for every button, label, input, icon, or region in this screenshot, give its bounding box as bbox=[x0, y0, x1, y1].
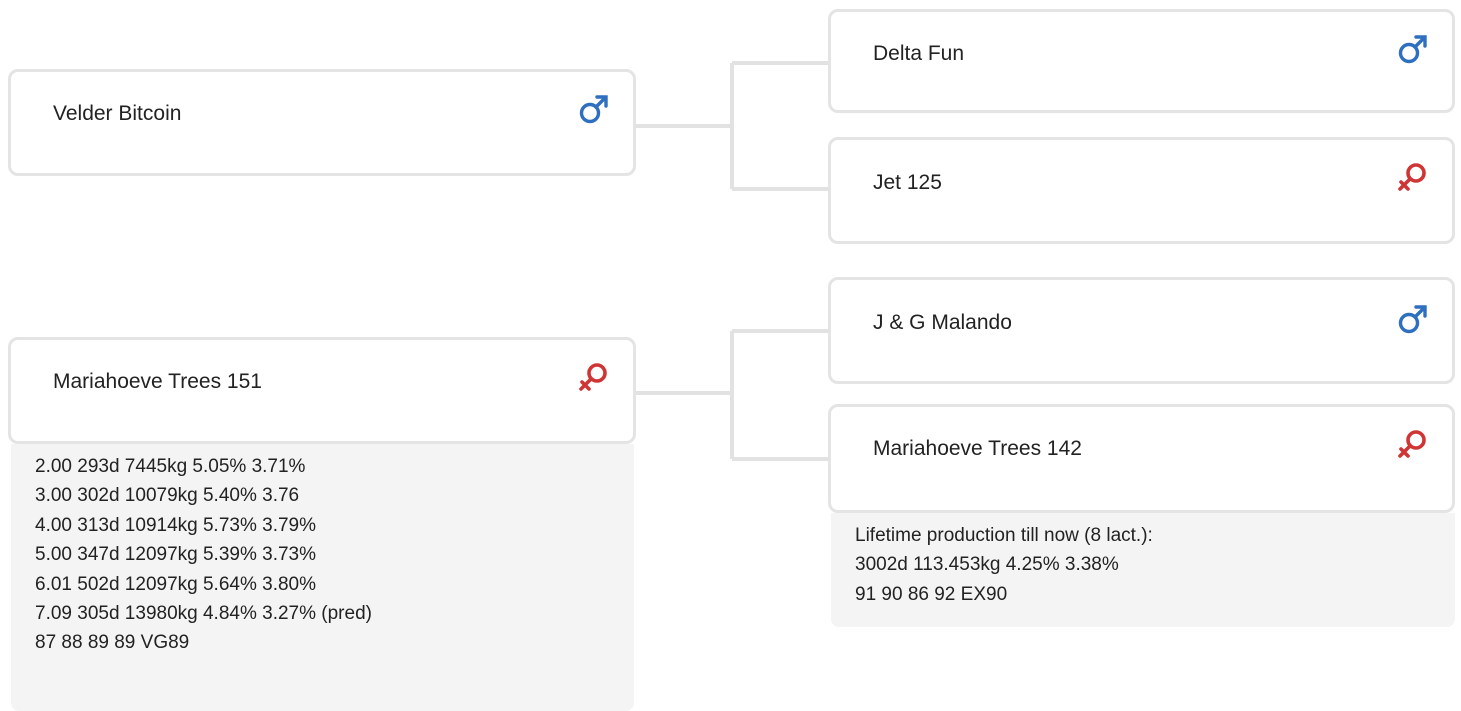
dam-dam-name: Mariahoeve Trees 142 bbox=[873, 437, 1082, 460]
pedigree-tree: Velder Bitcoin Delta Fun Jet 125 Mariaho… bbox=[0, 0, 1461, 711]
production-line: 5.00 347d 12097kg 5.39% 3.73% bbox=[35, 544, 317, 566]
connector-dam-parents bbox=[634, 329, 830, 461]
dam-sire-card[interactable]: J & G Malando bbox=[828, 277, 1455, 384]
male-symbol-icon bbox=[577, 92, 611, 126]
lifetime-production-heading: Lifetime production till now (8 lact.): bbox=[855, 525, 1153, 546]
dam-dam-production-panel: Lifetime production till now (8 lact.): … bbox=[831, 513, 1455, 627]
lifetime-production-line: 3002d 113.453kg 4.25% 3.38% bbox=[855, 554, 1119, 576]
connector-sire-parents bbox=[634, 61, 830, 191]
sire-sire-card[interactable]: Delta Fun bbox=[828, 9, 1455, 113]
sire-dam-name: Jet 125 bbox=[873, 171, 942, 194]
male-symbol-icon bbox=[1396, 32, 1430, 66]
sire-name: Velder Bitcoin bbox=[53, 102, 182, 125]
classification-line: 87 88 89 89 VG89 bbox=[35, 632, 190, 654]
production-line: 3.00 302d 10079kg 5.40% 3.76 bbox=[35, 485, 300, 507]
dam-dam-card[interactable]: Mariahoeve Trees 142 bbox=[828, 404, 1455, 513]
dam-sire-name: J & G Malando bbox=[873, 311, 1012, 334]
production-line: 4.00 313d 10914kg 5.73% 3.79% bbox=[35, 514, 317, 536]
production-line: 6.01 502d 12097kg 5.64% 3.80% bbox=[35, 573, 317, 595]
female-symbol-icon bbox=[1396, 160, 1430, 194]
classification-line: 91 90 86 92 EX90 bbox=[855, 583, 1008, 605]
male-symbol-icon bbox=[1396, 302, 1430, 336]
sire-sire-name: Delta Fun bbox=[873, 42, 965, 65]
sire-dam-card[interactable]: Jet 125 bbox=[828, 137, 1455, 244]
production-line: 7.09 305d 13980kg 4.84% 3.27% (pred) bbox=[35, 603, 372, 625]
female-symbol-icon bbox=[577, 360, 611, 394]
dam-name: Mariahoeve Trees 151 bbox=[53, 370, 262, 393]
dam-production-panel: 2.00 293d 7445kg 5.05% 3.71% 3.00 302d 1… bbox=[11, 444, 634, 711]
sire-card[interactable]: Velder Bitcoin bbox=[8, 69, 636, 176]
dam-card[interactable]: Mariahoeve Trees 151 bbox=[8, 337, 636, 444]
production-line: 2.00 293d 7445kg 5.05% 3.71% bbox=[35, 456, 306, 477]
female-symbol-icon bbox=[1396, 427, 1430, 461]
